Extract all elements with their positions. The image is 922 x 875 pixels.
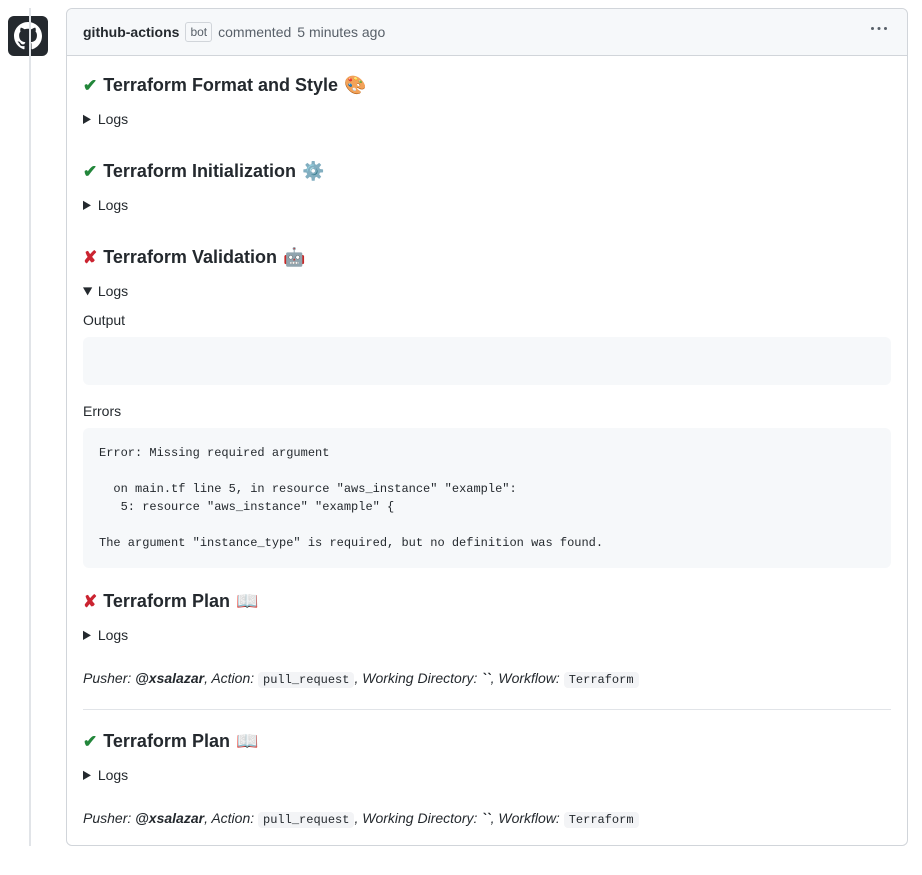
- bot-badge: bot: [185, 22, 212, 42]
- kebab-menu-icon[interactable]: [867, 17, 891, 47]
- footer-line: Pusher: @xsalazar, Action: pull_request,…: [83, 668, 891, 689]
- section-title: ✘ Terraform Validation 🤖: [83, 244, 891, 271]
- section-validation: ✘ Terraform Validation 🤖 Logs Output Err…: [83, 244, 891, 568]
- section-init: ✔ Terraform Initialization ⚙️ Logs: [83, 158, 891, 224]
- section-title-text: Terraform Validation: [103, 244, 277, 271]
- logs-disclosure[interactable]: Logs: [83, 765, 891, 794]
- checkmark-icon: ✔: [83, 73, 97, 99]
- logs-disclosure[interactable]: Logs: [83, 109, 891, 138]
- errors-codeblock: Error: Missing required argument on main…: [83, 428, 891, 568]
- comment-card: github-actions bot commented 5 minutes a…: [66, 8, 908, 846]
- section-title: ✔ Terraform Initialization ⚙️: [83, 158, 891, 185]
- output-codeblock: [83, 337, 891, 385]
- logs-toggle[interactable]: Logs: [83, 765, 891, 786]
- logs-disclosure[interactable]: Logs Output Errors Error: Missing requir…: [83, 281, 891, 568]
- cross-icon: ✘: [83, 589, 97, 615]
- footer-line: Pusher: @xsalazar, Action: pull_request,…: [83, 808, 891, 829]
- logs-disclosure[interactable]: Logs: [83, 195, 891, 224]
- author-link[interactable]: github-actions: [83, 22, 179, 43]
- section-title: ✘ Terraform Plan 📖: [83, 588, 891, 615]
- checkmark-icon: ✔: [83, 159, 97, 185]
- section-title-text: Terraform Initialization: [103, 158, 296, 185]
- robot-icon: 🤖: [283, 244, 305, 271]
- palette-icon: 🎨: [344, 72, 366, 99]
- logs-toggle[interactable]: Logs: [83, 195, 891, 216]
- divider: [83, 709, 891, 710]
- logs-toggle[interactable]: Logs: [83, 109, 891, 130]
- timestamp[interactable]: 5 minutes ago: [297, 22, 385, 43]
- logs-toggle[interactable]: Logs: [83, 281, 891, 302]
- section-title: ✔ Terraform Format and Style 🎨: [83, 72, 891, 99]
- book-icon: 📖: [236, 588, 258, 615]
- errors-label: Errors: [83, 401, 891, 422]
- section-plan-fail: ✘ Terraform Plan 📖 Logs Pusher: @xsalaza…: [83, 588, 891, 689]
- section-plan-ok: ✔ Terraform Plan 📖 Logs Pusher: @xsalaza…: [83, 728, 891, 829]
- comment-action: commented: [218, 22, 291, 43]
- section-title-text: Terraform Plan: [103, 728, 230, 755]
- comment-body: ✔ Terraform Format and Style 🎨 Logs ✔ Te…: [67, 56, 907, 845]
- section-format: ✔ Terraform Format and Style 🎨 Logs: [83, 72, 891, 138]
- logs-disclosure[interactable]: Logs: [83, 625, 891, 654]
- section-title-text: Terraform Format and Style: [103, 72, 338, 99]
- section-title-text: Terraform Plan: [103, 588, 230, 615]
- comment-header: github-actions bot commented 5 minutes a…: [67, 9, 907, 56]
- cross-icon: ✘: [83, 245, 97, 271]
- checkmark-icon: ✔: [83, 729, 97, 755]
- gear-icon: ⚙️: [302, 158, 324, 185]
- logs-toggle[interactable]: Logs: [83, 625, 891, 646]
- output-label: Output: [83, 310, 891, 331]
- book-icon: 📖: [236, 728, 258, 755]
- section-title: ✔ Terraform Plan 📖: [83, 728, 891, 755]
